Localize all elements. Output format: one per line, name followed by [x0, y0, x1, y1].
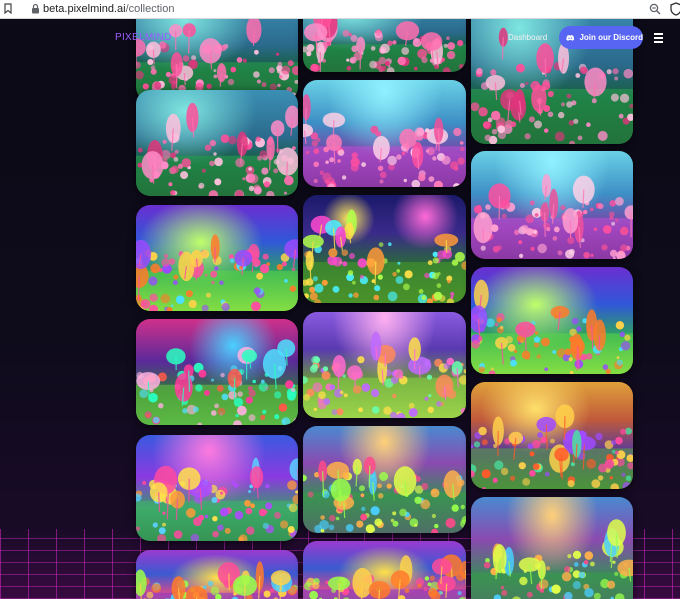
collection-image-card[interactable] [471, 151, 633, 259]
artwork-image [136, 102, 298, 196]
collection-image-card[interactable] [471, 497, 633, 599]
browser-address-bar: beta.pixelmind.ai/collection [0, 0, 680, 19]
collection-image-card[interactable] [136, 90, 298, 196]
logo[interactable]: PIXELMIND [115, 32, 172, 43]
artwork-image [303, 94, 466, 187]
gallery [0, 19, 680, 599]
url-field[interactable]: beta.pixelmind.ai/collection [43, 2, 174, 16]
url-path: /collection [125, 3, 175, 15]
top-nav: PIXELMIND Dashboard Join our Discord [0, 19, 680, 59]
collection-image-card[interactable] [471, 382, 633, 489]
discord-icon [566, 34, 575, 41]
artwork-image [471, 174, 633, 259]
collection-image-card[interactable] [471, 267, 633, 374]
artwork-image [136, 234, 298, 311]
collection-image-card[interactable] [136, 205, 298, 311]
collection-image-card[interactable] [303, 541, 466, 599]
page: PIXELMIND Dashboard Join our Discord [0, 19, 680, 599]
collection-image-card[interactable] [303, 312, 466, 418]
lock-icon[interactable] [31, 3, 40, 14]
url-domain: beta.pixelmind.ai [43, 3, 126, 15]
discord-button-label: Join our Discord [579, 33, 643, 42]
hamburger-menu-icon[interactable] [654, 33, 663, 43]
artwork-image [136, 457, 298, 541]
artwork-image [303, 331, 466, 418]
zoom-icon[interactable] [649, 3, 661, 15]
dashboard-link[interactable]: Dashboard [508, 33, 547, 42]
collection-image-card[interactable] [303, 80, 466, 187]
collection-image-card[interactable] [303, 195, 466, 303]
artwork-image [136, 561, 298, 599]
artwork-image [471, 404, 633, 489]
bookmark-icon[interactable] [4, 3, 12, 14]
collection-image-card[interactable] [136, 550, 298, 599]
artwork-image [303, 209, 466, 303]
collection-image-card[interactable] [136, 435, 298, 541]
artwork-image [303, 554, 466, 599]
artwork-image [136, 339, 298, 425]
artwork-image [471, 279, 633, 374]
join-discord-button[interactable]: Join our Discord [559, 26, 643, 49]
shield-icon[interactable] [670, 2, 680, 16]
collection-image-card[interactable] [303, 426, 466, 533]
artwork-image [303, 456, 466, 533]
artwork-image [471, 519, 633, 599]
collection-image-card[interactable] [136, 319, 298, 425]
